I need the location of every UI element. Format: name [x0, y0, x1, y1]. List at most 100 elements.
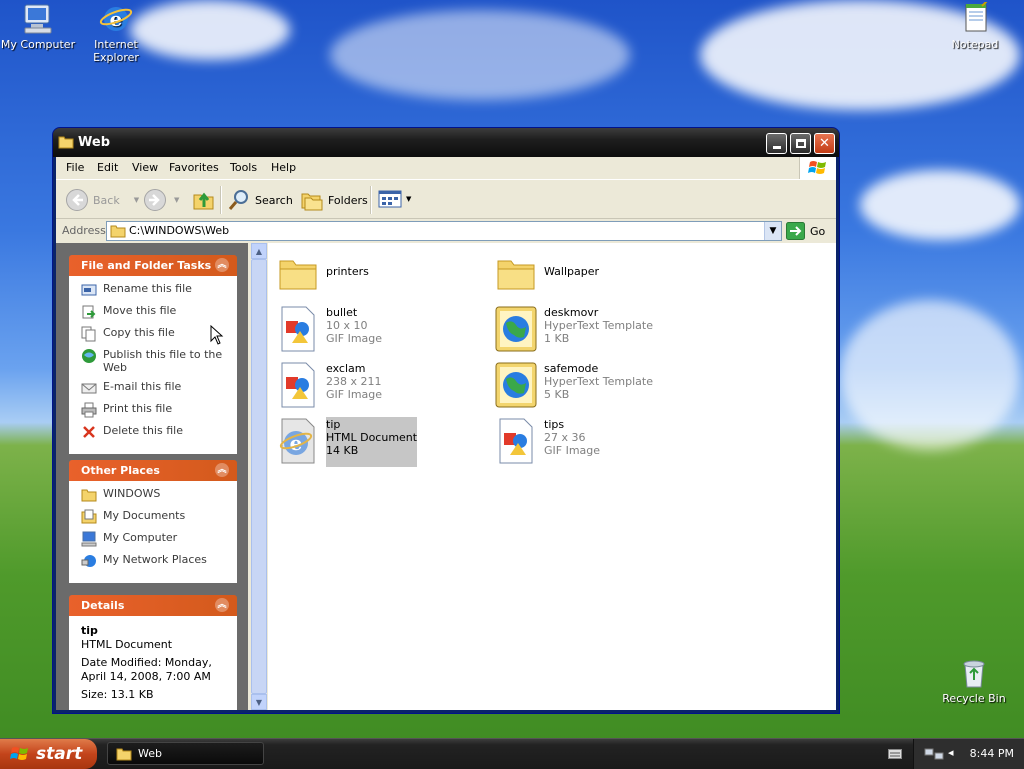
forward-button[interactable]: ▼ — [143, 188, 179, 212]
start-label: start — [36, 744, 83, 764]
address-bar: Address C:\WINDOWS\Web ▼ Go — [56, 219, 836, 243]
go-button[interactable]: Go — [786, 222, 825, 240]
place-my-computer[interactable]: My Computer — [81, 531, 237, 547]
maximize-icon — [795, 139, 806, 148]
place-label: My Computer — [103, 531, 178, 544]
task-label: E-mail this file — [103, 380, 182, 393]
file-type: HyperText Template — [544, 319, 653, 332]
panel-title: Details — [81, 599, 125, 612]
place-windows[interactable]: WINDOWS — [81, 487, 237, 503]
my-documents-icon — [81, 509, 97, 524]
address-dropdown-button[interactable]: ▼ — [764, 222, 781, 240]
file-name: bullet — [326, 306, 358, 319]
task-email[interactable]: E-mail this file — [81, 380, 237, 396]
desktop-icon-my-computer[interactable]: My Computer — [0, 2, 78, 51]
file-item[interactable]: deskmovr HyperText Template 1 KB — [494, 305, 694, 355]
back-button[interactable]: Back ▼ — [65, 188, 139, 212]
task-pane-scrollbar[interactable]: ▲ ▼ — [251, 243, 267, 710]
place-my-network-places[interactable]: My Network Places — [81, 553, 237, 569]
address-input[interactable]: C:\WINDOWS\Web ▼ — [106, 221, 782, 241]
gif-image-icon — [281, 362, 315, 408]
file-size: 14 KB — [326, 444, 359, 457]
file-folder-tasks-body: Rename this file Move this file Copy thi… — [69, 276, 237, 454]
search-icon — [228, 190, 248, 210]
place-label: WINDOWS — [103, 487, 161, 500]
task-publish[interactable]: Publish this file to the Web — [81, 348, 237, 374]
other-places-header[interactable]: Other Places ︽ — [69, 460, 237, 481]
task-print[interactable]: Print this file — [81, 402, 237, 418]
file-item[interactable]: tips 27 x 36 GIF Image — [494, 417, 694, 467]
up-folder-icon — [193, 192, 214, 210]
explorer-window: Web ✕ File Edit View Favorites Tools Hel… — [53, 128, 839, 713]
menu-help[interactable]: Help — [271, 161, 296, 174]
toolbar: Back ▼ ▼ Search Folders ▼ — [56, 180, 836, 219]
desktop-icon-recycle-bin[interactable]: Recycle Bin — [934, 656, 1014, 705]
maximize-button[interactable] — [790, 133, 811, 154]
file-folder-tasks-header[interactable]: File and Folder Tasks ︽ — [69, 255, 237, 276]
file-item[interactable]: printers — [276, 253, 476, 303]
menu-file[interactable]: File — [66, 161, 84, 174]
folders-button[interactable]: Folders — [300, 188, 368, 212]
close-button[interactable]: ✕ — [814, 133, 835, 154]
folders-icon — [301, 193, 323, 211]
file-item-selected[interactable]: e tip HTML Document 14 KB — [276, 417, 476, 467]
desktop-icon-internet-explorer[interactable]: e Internet Explorer — [76, 2, 156, 64]
clock[interactable]: 8:44 PM — [970, 747, 1014, 760]
up-folder-button[interactable] — [192, 188, 216, 212]
task-label: Move this file — [103, 304, 177, 317]
system-tray: ◂ 8:44 PM — [913, 739, 1024, 769]
folder-icon — [81, 489, 97, 502]
taskbar-window-button[interactable]: Web — [107, 742, 264, 765]
hypertext-template-icon — [495, 306, 537, 352]
other-places-body: WINDOWS My Documents My Computer My Netw… — [69, 481, 237, 583]
file-item[interactable]: safemode HyperText Template 5 KB — [494, 361, 694, 411]
task-rename[interactable]: Rename this file — [81, 282, 237, 298]
scrollbar-thumb[interactable] — [251, 259, 267, 694]
copy-icon — [81, 326, 96, 342]
menu-view[interactable]: View — [132, 161, 158, 174]
desktop-icon-notepad[interactable]: Notepad — [935, 2, 1015, 51]
chevron-down-icon: ▼ — [769, 226, 777, 236]
place-label: My Documents — [103, 509, 186, 522]
menu-edit[interactable]: Edit — [97, 161, 118, 174]
keyboard-icon[interactable] — [888, 749, 902, 759]
task-move[interactable]: Move this file — [81, 304, 237, 320]
place-my-documents[interactable]: My Documents — [81, 509, 237, 525]
search-label: Search — [255, 193, 293, 207]
forward-arrow-icon — [144, 189, 166, 211]
menu-favorites[interactable]: Favorites — [169, 161, 219, 174]
collapse-chevron-icon[interactable]: ︽ — [215, 463, 229, 477]
start-button[interactable]: start — [0, 739, 97, 769]
search-button[interactable]: Search — [227, 188, 293, 212]
file-size: 5 KB — [544, 388, 570, 401]
task-label: Print this file — [103, 402, 173, 415]
title-bar[interactable]: Web ✕ — [53, 128, 839, 157]
details-header[interactable]: Details ︽ — [69, 595, 237, 616]
network-icon[interactable] — [924, 747, 944, 761]
internet-explorer-icon: e — [99, 7, 133, 31]
taskbar-window-label: Web — [138, 747, 162, 760]
scroll-up-button[interactable]: ▲ — [251, 243, 267, 259]
file-name: tip — [326, 418, 341, 431]
windows-logo — [799, 157, 836, 179]
folder-icon — [58, 136, 74, 149]
scroll-down-button[interactable]: ▼ — [251, 694, 267, 710]
file-name: exclam — [326, 362, 366, 375]
collapse-chevron-icon[interactable]: ︽ — [215, 258, 229, 272]
task-delete[interactable]: Delete this file — [81, 424, 237, 440]
recycle-bin-icon — [963, 660, 985, 688]
file-item[interactable]: exclam 238 x 211 GIF Image — [276, 361, 476, 411]
my-computer-icon — [24, 4, 52, 34]
file-item[interactable]: Wallpaper — [494, 253, 694, 303]
windows-flag-icon — [10, 747, 28, 760]
volume-icon[interactable]: ◂ — [948, 746, 954, 759]
menu-tools[interactable]: Tools — [230, 161, 257, 174]
folder-icon — [116, 748, 132, 760]
views-button[interactable]: ▼ — [378, 188, 411, 210]
file-item[interactable]: bullet 10 x 10 GIF Image — [276, 305, 476, 355]
collapse-chevron-icon[interactable]: ︽ — [215, 598, 229, 612]
folder-icon — [497, 260, 535, 290]
file-type: HyperText Template — [544, 375, 653, 388]
minimize-button[interactable] — [766, 133, 787, 154]
panel-title: File and Folder Tasks — [81, 259, 212, 272]
